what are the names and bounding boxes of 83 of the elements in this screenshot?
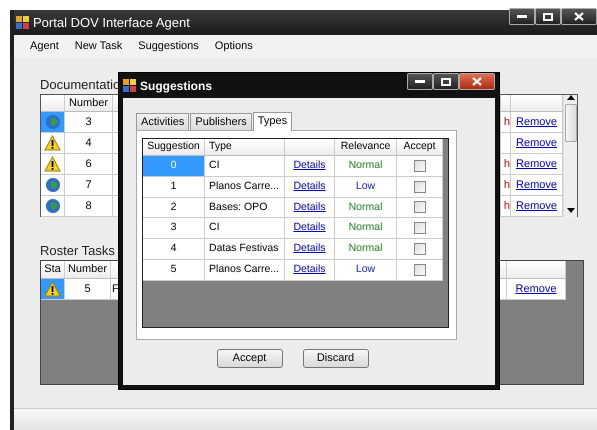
warning-icon <box>44 135 61 151</box>
maximize-icon <box>441 78 451 86</box>
remove-link[interactable]: Remove <box>516 198 557 214</box>
column-header: Type <box>205 139 285 156</box>
close-button[interactable] <box>459 73 495 90</box>
close-button[interactable] <box>561 8 597 25</box>
tab[interactable]: Activities <box>136 113 190 130</box>
warning-icon <box>44 156 61 172</box>
table-cell: h <box>501 196 511 217</box>
group-label: Roster Tasks <box>40 244 115 257</box>
menu-item[interactable]: New Task <box>66 38 130 55</box>
tab[interactable]: Types <box>252 112 292 131</box>
column-header: Number <box>65 261 111 279</box>
table-cell: 5 <box>143 260 205 281</box>
scrollbar-thumb[interactable] <box>564 104 576 142</box>
globe-icon <box>44 177 60 193</box>
table-cell: 3 <box>65 112 113 133</box>
app-icon <box>123 79 136 92</box>
table-cell: 0 <box>143 156 205 177</box>
column-header: Number <box>65 95 113 112</box>
dialog-title: Suggestions <box>140 78 212 94</box>
maximize-button[interactable] <box>535 8 561 25</box>
column-header: Relevance <box>335 139 397 156</box>
menu-item[interactable]: Options <box>206 38 261 55</box>
column-header: Sta <box>41 261 65 279</box>
scrollbar[interactable] <box>563 95 577 217</box>
table-cell: 3 <box>143 218 205 240</box>
warning-icon <box>44 281 61 297</box>
table-cell: Low <box>335 260 397 281</box>
checkbox[interactable] <box>414 222 426 234</box>
maximize-icon <box>543 12 553 20</box>
dialog-button[interactable]: Accept <box>216 349 282 368</box>
table-cell: 8 <box>65 196 113 217</box>
table-cell: Planos Carre... <box>205 260 285 281</box>
close-icon <box>472 77 482 86</box>
table-cell: Datas Festivas <box>205 239 285 260</box>
tab[interactable]: Publishers <box>190 113 252 130</box>
minimize-button[interactable] <box>509 8 535 25</box>
checkbox[interactable] <box>414 201 426 214</box>
scroll-down-icon <box>566 208 574 213</box>
table-cell: 4 <box>65 133 113 154</box>
remove-link[interactable]: Remove <box>516 176 557 194</box>
table-cell: 7 <box>65 175 113 196</box>
column-header: Accept <box>397 139 443 156</box>
table-cell: 6 <box>65 154 113 175</box>
table-cell: CI <box>205 156 285 177</box>
remove-link[interactable]: Remove <box>516 134 557 152</box>
dialog-button[interactable]: Discard <box>302 349 368 368</box>
table-cell: h <box>501 154 511 175</box>
table-cell: Planos Carre... <box>205 176 285 198</box>
table-cell: h <box>501 112 511 133</box>
table-cell: Normal <box>335 218 397 240</box>
minimize-button[interactable] <box>407 73 433 90</box>
table-cell: Normal <box>335 198 397 218</box>
app-icon <box>16 16 29 29</box>
table-cell: CI <box>205 218 285 240</box>
column-header: Suggestion <box>143 139 205 156</box>
close-icon <box>574 12 584 21</box>
table-cell: 5 <box>65 279 111 300</box>
remove-link[interactable]: Remove <box>516 156 557 172</box>
checkbox[interactable] <box>414 180 426 193</box>
window-title: Portal DOV Interface Agent <box>33 14 190 32</box>
table-cell: 1 <box>143 176 205 198</box>
minimize-icon <box>415 80 425 84</box>
table-cell: Normal <box>335 156 397 177</box>
table-cell: 2 <box>143 198 205 218</box>
menu-item[interactable]: Agent <box>22 38 67 55</box>
checkbox[interactable] <box>414 243 426 256</box>
globe-icon <box>44 114 60 130</box>
checkbox[interactable] <box>414 160 426 172</box>
group-label: Documentatio <box>40 78 120 91</box>
globe-icon <box>44 198 60 214</box>
minimize-icon <box>517 14 527 18</box>
maximize-button[interactable] <box>433 73 459 90</box>
menu-item[interactable]: Suggestions <box>130 38 207 55</box>
table-cell: 4 <box>143 239 205 260</box>
table-cell: Normal <box>335 239 397 260</box>
remove-link[interactable]: Remove <box>516 114 557 130</box>
checkbox[interactable] <box>414 264 426 276</box>
table-cell: h <box>501 175 511 196</box>
table-cell: Bases: OPO <box>205 198 285 218</box>
scroll-up-icon <box>566 95 574 100</box>
table-cell: Low <box>335 176 397 198</box>
